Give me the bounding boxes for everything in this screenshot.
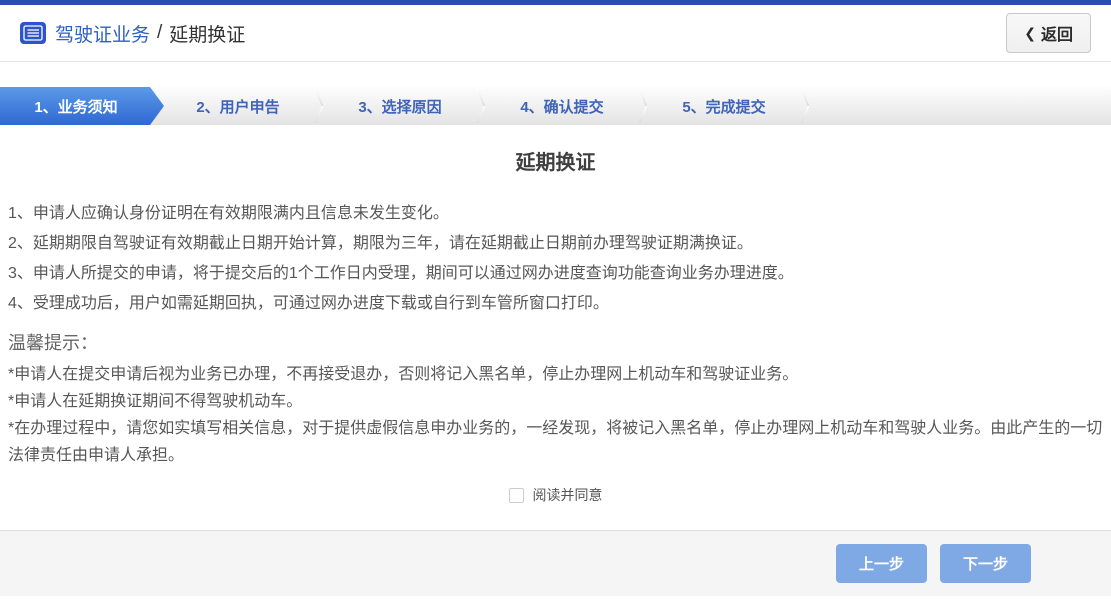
tip-item-1: *申请人在提交申请后视为业务已办理，不再接受退办，否则将记入黑名单，停止办理网上… <box>8 361 1103 388</box>
step-separator <box>636 90 650 122</box>
agree-checkbox[interactable] <box>509 488 524 503</box>
step-wizard: 1、业务须知 2、用户申告 3、选择原因 4、确认提交 5、完成提交 <box>0 87 1111 125</box>
step-separator <box>312 90 326 122</box>
tip-item-3: *在办理过程中，请您如实填写相关信息，对于提供虚假信息申办业务的，一经发现，将被… <box>8 415 1103 469</box>
breadcrumb-current: 延期换证 <box>169 20 245 47</box>
previous-step-button[interactable]: 上一步 <box>836 544 927 583</box>
page-title: 延期换证 <box>8 149 1103 177</box>
notice-list: 1、申请人应确认身份证明在有效期限满内且信息未发生变化。 2、延期期限自驾驶证有… <box>8 199 1103 319</box>
back-button[interactable]: ❮ 返回 <box>1006 13 1091 53</box>
agree-label[interactable]: 阅读并同意 <box>533 485 603 505</box>
page-header: 驾驶证业务 / 延期换证 ❮ 返回 <box>0 5 1111 62</box>
tips-list: *申请人在提交申请后视为业务已办理，不再接受退办，否则将记入黑名单，停止办理网上… <box>8 361 1103 469</box>
notice-item-2: 2、延期期限自驾驶证有效期截止日期开始计算，期限为三年，请在延期截止日期前办理驾… <box>8 229 1103 259</box>
breadcrumb-root[interactable]: 驾驶证业务 <box>55 20 150 47</box>
list-icon <box>20 22 46 44</box>
chevron-left-icon: ❮ <box>1024 25 1036 42</box>
tip-item-2: *申请人在延期换证期间不得驾驶机动车。 <box>8 388 1103 415</box>
notice-item-1: 1、申请人应确认身份证明在有效期限满内且信息未发生变化。 <box>8 199 1103 229</box>
tips-title: 温馨提示： <box>8 329 1103 357</box>
notice-item-3: 3、申请人所提交的申请，将于提交后的1个工作日内受理，期间可以通过网办进度查询功… <box>8 259 1103 289</box>
main-content: 延期换证 1、申请人应确认身份证明在有效期限满内且信息未发生变化。 2、延期期限… <box>0 149 1111 505</box>
agree-row: 阅读并同意 <box>8 485 1103 505</box>
step-1-business-notice[interactable]: 1、业务须知 <box>0 87 164 125</box>
step-3-select-reason[interactable]: 3、选择原因 <box>326 87 474 125</box>
breadcrumb-separator: / <box>157 22 162 44</box>
step-5-complete-submit[interactable]: 5、完成提交 <box>650 87 798 125</box>
back-button-label: 返回 <box>1041 21 1073 45</box>
footer-action-bar: 上一步 下一步 <box>0 530 1111 596</box>
step-4-confirm-submit[interactable]: 4、确认提交 <box>488 87 636 125</box>
step-2-user-declaration[interactable]: 2、用户申告 <box>164 87 312 125</box>
step-separator <box>474 90 488 122</box>
next-step-button[interactable]: 下一步 <box>940 544 1031 583</box>
step-separator <box>798 90 812 122</box>
notice-item-4: 4、受理成功后，用户如需延期回执，可通过网办进度下载或自行到车管所窗口打印。 <box>8 289 1103 319</box>
